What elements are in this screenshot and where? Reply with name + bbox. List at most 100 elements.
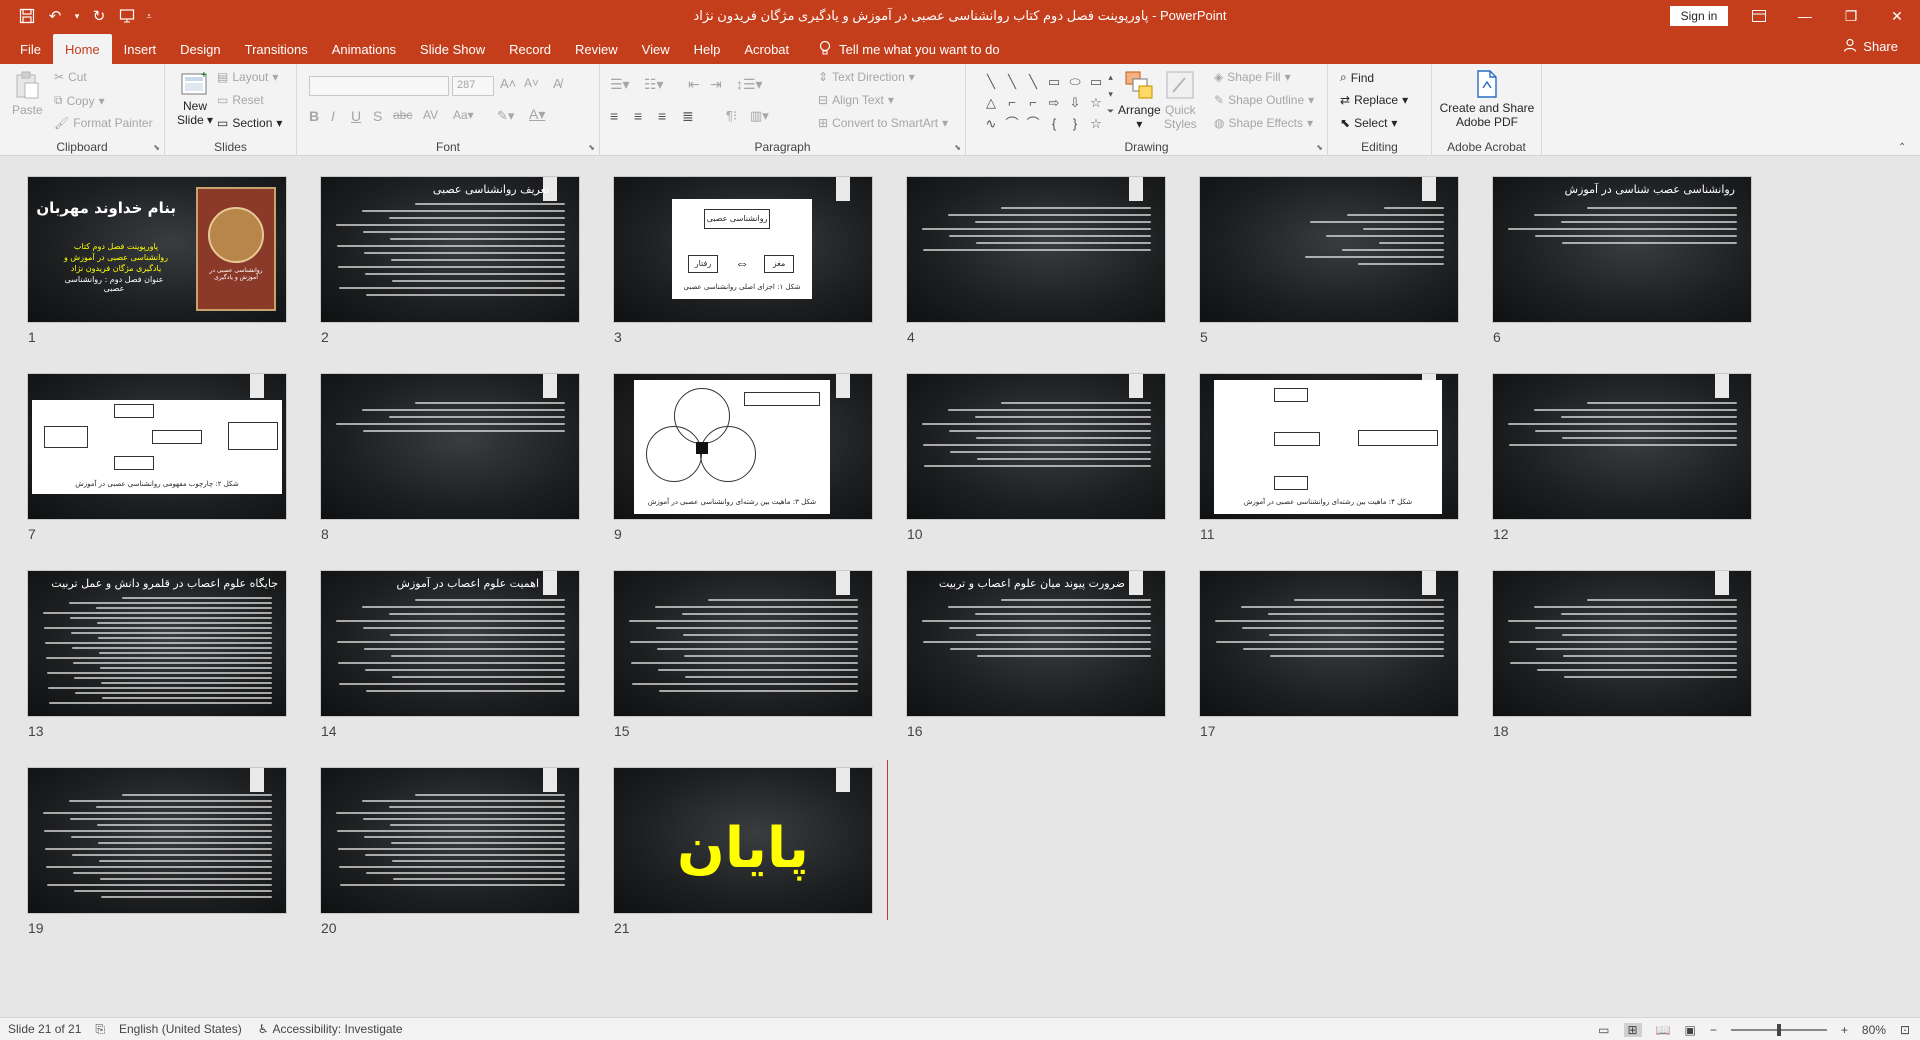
- increase-indent-icon[interactable]: ⇥: [710, 76, 722, 93]
- slide-thumbnail-6[interactable]: روانشناسی عصب شناسی در آموزش: [1493, 177, 1751, 322]
- collapse-ribbon-icon[interactable]: ⌃: [1898, 142, 1906, 153]
- shape-rectangle-icon[interactable]: ▭: [1045, 72, 1063, 92]
- quick-styles-button[interactable]: Quick Styles: [1164, 70, 1197, 131]
- ribbon-display-options-icon[interactable]: [1736, 0, 1782, 32]
- shape-curve-icon[interactable]: ⌒: [1024, 114, 1042, 134]
- shape-curve-icon[interactable]: ∿: [982, 114, 1000, 134]
- reading-view-icon[interactable]: 📖: [1656, 1023, 1671, 1037]
- shape-brace-icon[interactable]: {: [1045, 114, 1063, 134]
- slide-thumbnail-11[interactable]: شکل ۴: ماهیت بین رشته‌ای روانشناسی عصبی …: [1200, 374, 1458, 519]
- align-center-icon[interactable]: ≡: [634, 108, 642, 124]
- notes-view-icon[interactable]: ▭: [1598, 1023, 1609, 1037]
- start-from-beginning-icon[interactable]: [114, 2, 140, 30]
- tab-view[interactable]: View: [630, 34, 682, 64]
- columns-icon[interactable]: ▥▾: [750, 108, 769, 124]
- shape-line-icon[interactable]: ╲: [1024, 72, 1042, 92]
- restore-icon[interactable]: ❐: [1828, 0, 1874, 32]
- italic-icon[interactable]: I: [331, 108, 335, 124]
- tab-animations[interactable]: Animations: [320, 34, 408, 64]
- tab-record[interactable]: Record: [497, 34, 563, 64]
- dialog-launcher-icon[interactable]: ⬊: [153, 143, 160, 152]
- customize-qat-icon[interactable]: ⩡: [142, 2, 156, 30]
- slide-sorter-view-icon[interactable]: ⊞: [1623, 1022, 1642, 1037]
- text-direction-rtl-icon[interactable]: ¶⁝: [726, 108, 737, 124]
- slide-thumbnail-20[interactable]: [321, 768, 579, 913]
- dialog-launcher-icon[interactable]: ⬊: [954, 143, 961, 152]
- select-button[interactable]: ⬉ Select ▾: [1340, 116, 1397, 130]
- slide-thumbnail-4[interactable]: [907, 177, 1165, 322]
- spellcheck-icon[interactable]: ⎘: [95, 1022, 105, 1037]
- reset-button[interactable]: ▭ Reset: [217, 93, 264, 107]
- shape-star-icon[interactable]: ☆: [1087, 114, 1105, 134]
- slide-thumbnail-5[interactable]: [1200, 177, 1458, 322]
- shape-line-icon[interactable]: ╲: [982, 72, 1000, 92]
- slide-thumbnail-9[interactable]: شکل ۳: ماهیت بین رشته‌ای روانشناسی عصبی …: [614, 374, 872, 519]
- zoom-out-icon[interactable]: −: [1710, 1023, 1717, 1037]
- accessibility-status[interactable]: Accessibility: Investigate: [273, 1022, 403, 1036]
- shape-arrow-icon[interactable]: ⇨: [1045, 93, 1063, 113]
- create-share-pdf-button[interactable]: Create and Share Adobe PDF: [1436, 70, 1538, 129]
- shape-effects-button[interactable]: ◍ Shape Effects ▾: [1214, 116, 1313, 130]
- cut-button[interactable]: ✂ Cut: [54, 70, 87, 84]
- slide-thumbnail-17[interactable]: [1200, 571, 1458, 716]
- slide-thumbnail-7[interactable]: شکل ۲: چارچوب مفهومی روانشناسی عصبی در آ…: [28, 374, 286, 519]
- close-icon[interactable]: ✕: [1874, 0, 1920, 32]
- font-name-combo[interactable]: [309, 76, 449, 96]
- tab-file[interactable]: File: [8, 34, 53, 64]
- character-spacing-icon[interactable]: AV: [423, 108, 438, 122]
- zoom-in-icon[interactable]: +: [1841, 1023, 1848, 1037]
- slideshow-view-icon[interactable]: ▣: [1685, 1023, 1696, 1037]
- slide-thumbnail-3[interactable]: روانشناسی عصبی رفتار ⇔ مغز شکل ۱: اجزای …: [614, 177, 872, 322]
- slide-thumbnail-16[interactable]: ضرورت پیوند میان علوم اعصاب و تربیت: [907, 571, 1165, 716]
- shape-arrow-icon[interactable]: ⇩: [1066, 93, 1084, 113]
- line-spacing-icon[interactable]: ↕☰▾: [736, 76, 763, 93]
- shape-brace-icon[interactable]: }: [1066, 114, 1084, 134]
- shape-rectangle-icon[interactable]: ▭: [1087, 72, 1105, 92]
- shape-triangle-icon[interactable]: △: [982, 93, 1000, 113]
- sign-in-button[interactable]: Sign in: [1670, 6, 1728, 26]
- slide-thumbnail-10[interactable]: [907, 374, 1165, 519]
- zoom-slider[interactable]: [1730, 1023, 1827, 1036]
- change-case-icon[interactable]: Aa▾: [453, 108, 474, 122]
- underline-icon[interactable]: U: [351, 108, 361, 124]
- slide-thumbnail-2[interactable]: تعریف روانشناسی عصبی: [321, 177, 579, 322]
- shape-outline-button[interactable]: ✎ Shape Outline ▾: [1214, 93, 1314, 107]
- increase-font-size-icon[interactable]: A˄: [500, 76, 516, 91]
- undo-icon[interactable]: ↶: [42, 2, 68, 30]
- align-right-icon[interactable]: ≡: [658, 108, 666, 124]
- tab-help[interactable]: Help: [682, 34, 733, 64]
- tab-insert[interactable]: Insert: [112, 34, 169, 64]
- redo-icon[interactable]: ↻: [86, 2, 112, 30]
- paste-button[interactable]: Paste: [12, 70, 43, 117]
- tell-me-search[interactable]: Tell me what you want to do: [801, 34, 1000, 64]
- shape-fill-button[interactable]: ◈ Shape Fill ▾: [1214, 70, 1291, 84]
- clear-formatting-icon[interactable]: A̸: [553, 76, 562, 91]
- save-icon[interactable]: [14, 2, 40, 30]
- slide-thumbnail-15[interactable]: [614, 571, 872, 716]
- undo-dropdown-icon[interactable]: ▾: [70, 2, 84, 30]
- font-size-combo[interactable]: 287: [452, 76, 494, 96]
- font-color-icon[interactable]: A▾: [529, 106, 545, 123]
- section-button[interactable]: ▭ Section ▾: [217, 116, 282, 130]
- shape-star-icon[interactable]: ☆: [1087, 93, 1105, 113]
- arrange-button[interactable]: Arrange ▾: [1118, 70, 1161, 131]
- copy-button[interactable]: ⧉ Copy ▾: [54, 93, 105, 108]
- layout-button[interactable]: ▤ Layout ▾: [217, 70, 278, 84]
- decrease-font-size-icon[interactable]: A˅: [524, 76, 539, 90]
- slide-thumbnail-18[interactable]: [1493, 571, 1751, 716]
- slide-thumbnail-19[interactable]: [28, 768, 286, 913]
- language-indicator[interactable]: English (United States): [119, 1022, 242, 1036]
- decrease-indent-icon[interactable]: ⇤: [688, 76, 700, 93]
- bold-icon[interactable]: B: [309, 108, 319, 124]
- tab-home[interactable]: Home: [52, 34, 112, 64]
- slide-thumbnail-13[interactable]: جایگاه علوم اعصاب در قلمرو دانش و عمل تر…: [28, 571, 286, 716]
- tab-transitions[interactable]: Transitions: [233, 34, 320, 64]
- fit-to-window-icon[interactable]: ⊡: [1900, 1023, 1910, 1037]
- share-button[interactable]: Share: [1843, 38, 1898, 55]
- slide-thumbnail-21[interactable]: پایان: [614, 768, 872, 913]
- find-button[interactable]: ⌕ Find: [1340, 70, 1374, 85]
- slide-thumbnail-1[interactable]: بنام خداوند مهربان پاورپوینت فصل دوم کتا…: [28, 177, 286, 322]
- bullets-icon[interactable]: ☰▾: [610, 76, 630, 93]
- shapes-gallery-scroll[interactable]: ▴ ▾ ⏷: [1107, 72, 1114, 117]
- dialog-launcher-icon[interactable]: ⬊: [1316, 143, 1323, 152]
